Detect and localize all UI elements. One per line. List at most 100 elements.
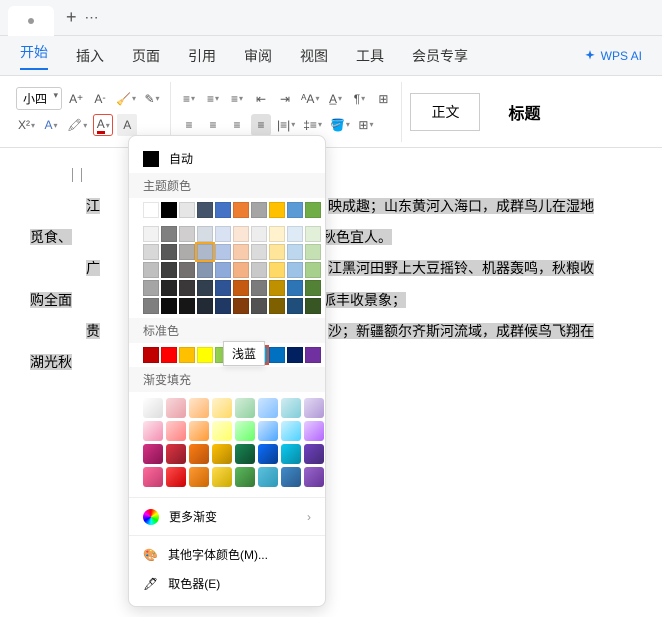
color-swatch[interactable] [143, 347, 159, 363]
color-swatch[interactable] [143, 202, 159, 218]
color-swatch[interactable] [161, 202, 177, 218]
gradient-swatch[interactable] [143, 467, 163, 487]
gradient-swatch[interactable] [189, 421, 209, 441]
menu-insert[interactable]: 插入 [76, 46, 104, 66]
menu-tools[interactable]: 工具 [356, 46, 384, 66]
gradient-swatch[interactable] [189, 467, 209, 487]
gradient-swatch[interactable] [189, 444, 209, 464]
color-swatch[interactable] [269, 347, 285, 363]
gradient-swatch[interactable] [235, 398, 255, 418]
gradient-swatch[interactable] [143, 444, 163, 464]
color-swatch[interactable] [269, 262, 285, 278]
color-swatch[interactable] [287, 298, 303, 314]
color-swatch[interactable] [215, 262, 231, 278]
color-swatch[interactable] [305, 262, 321, 278]
gradient-swatch[interactable] [304, 467, 324, 487]
gradient-swatch[interactable] [166, 421, 186, 441]
color-swatch[interactable] [305, 244, 321, 260]
gradient-swatch[interactable] [304, 444, 324, 464]
gradient-swatch[interactable] [258, 398, 278, 418]
color-swatch[interactable] [215, 298, 231, 314]
gradient-swatch[interactable] [166, 444, 186, 464]
menu-vip[interactable]: 会员专享 [412, 46, 468, 66]
superscript-button[interactable]: X²▾ [16, 114, 37, 136]
menu-page[interactable]: 页面 [132, 46, 160, 66]
color-swatch[interactable] [269, 280, 285, 296]
other-color-option[interactable]: 🎨 其他字体颜色(M)... [129, 540, 325, 569]
text-line-1[interactable]: 江映成趣；山东黄河入海口，成群鸟儿在湿地 [30, 194, 632, 219]
color-swatch[interactable] [197, 280, 213, 296]
gradient-swatch[interactable] [212, 444, 232, 464]
color-swatch[interactable] [287, 347, 303, 363]
gradient-swatch[interactable] [258, 444, 278, 464]
color-swatch[interactable] [179, 202, 195, 218]
eyedropper-option[interactable]: 🖋 取色器(E) [129, 569, 325, 598]
color-swatch[interactable] [161, 226, 177, 242]
borders-button[interactable]: ⊞▾ [356, 114, 376, 136]
gradient-swatch[interactable] [212, 421, 232, 441]
number-list-button[interactable]: ≡▾ [203, 88, 223, 110]
gradient-swatch[interactable] [235, 467, 255, 487]
color-swatch[interactable] [143, 280, 159, 296]
gradient-swatch[interactable] [212, 467, 232, 487]
multilevel-list-button[interactable]: ≡▾ [227, 88, 247, 110]
text-line-5[interactable]: 贵沙；新疆额尔齐斯河流域，成群候鸟飞翔在 [30, 319, 632, 344]
gradient-swatch[interactable] [304, 398, 324, 418]
color-swatch[interactable] [161, 262, 177, 278]
color-swatch[interactable] [161, 244, 177, 260]
align-center-button[interactable]: ≡ [203, 114, 223, 136]
color-swatch[interactable] [179, 280, 195, 296]
sort-button[interactable]: ¶▾ [349, 88, 369, 110]
color-swatch[interactable] [233, 280, 249, 296]
style-title-button[interactable]: 标题 [488, 92, 560, 132]
text-line-4[interactable]: 购全面派丰收景象； [30, 288, 632, 313]
color-swatch[interactable] [143, 298, 159, 314]
color-swatch[interactable] [197, 202, 213, 218]
color-swatch[interactable] [179, 298, 195, 314]
shading-button[interactable]: 🪣▾ [328, 114, 352, 136]
font-size-select[interactable]: 小四 [16, 87, 62, 110]
color-swatch[interactable] [251, 226, 267, 242]
color-swatch[interactable] [251, 244, 267, 260]
color-swatch[interactable] [161, 298, 177, 314]
text-line-6[interactable]: 湖光秋 [30, 350, 632, 375]
char-shading-button[interactable]: A [117, 114, 137, 136]
more-gradient-option[interactable]: 更多渐变 › [129, 502, 325, 531]
gradient-swatch[interactable] [143, 421, 163, 441]
color-swatch[interactable] [287, 262, 303, 278]
font-effects-button[interactable]: A▾ [41, 114, 61, 136]
menu-reference[interactable]: 引用 [188, 46, 216, 66]
gradient-swatch[interactable] [304, 421, 324, 441]
gradient-swatch[interactable] [258, 421, 278, 441]
color-swatch[interactable] [269, 202, 285, 218]
distribute-button[interactable]: |≡|▾ [275, 114, 297, 136]
style-normal-button[interactable]: 正文 [410, 93, 480, 131]
color-swatch[interactable] [179, 244, 195, 260]
color-swatch[interactable] [143, 262, 159, 278]
align-right-button[interactable]: ≡ [227, 114, 247, 136]
ruler-marker-left[interactable] [72, 168, 82, 182]
text-line-3[interactable]: 广江黑河田野上大豆摇铃、机器轰鸣，秋粮收 [30, 256, 632, 281]
gradient-swatch[interactable] [189, 398, 209, 418]
text-line-2[interactable]: 觅食、秋色宜人。 [30, 225, 632, 250]
color-swatch[interactable] [179, 262, 195, 278]
color-swatch[interactable] [179, 226, 195, 242]
char-border-button[interactable]: A̲▾ [325, 88, 345, 110]
color-swatch[interactable] [179, 347, 195, 363]
color-swatch[interactable] [269, 244, 285, 260]
color-swatch[interactable] [233, 244, 249, 260]
gradient-swatch[interactable] [281, 421, 301, 441]
color-swatch[interactable] [287, 226, 303, 242]
font-color-button[interactable]: A▾ [93, 114, 113, 136]
color-swatch[interactable] [269, 298, 285, 314]
color-swatch[interactable] [251, 280, 267, 296]
menu-review[interactable]: 审阅 [244, 46, 272, 66]
auto-color-option[interactable]: 自动 [129, 144, 325, 173]
color-swatch[interactable] [287, 280, 303, 296]
color-swatch[interactable] [233, 298, 249, 314]
grow-font-button[interactable]: A+ [66, 88, 86, 110]
more-tabs-button[interactable]: ⋯ [85, 9, 99, 26]
menu-view[interactable]: 视图 [300, 46, 328, 66]
gradient-swatch[interactable] [258, 467, 278, 487]
bullet-list-button[interactable]: ≡▾ [179, 88, 199, 110]
